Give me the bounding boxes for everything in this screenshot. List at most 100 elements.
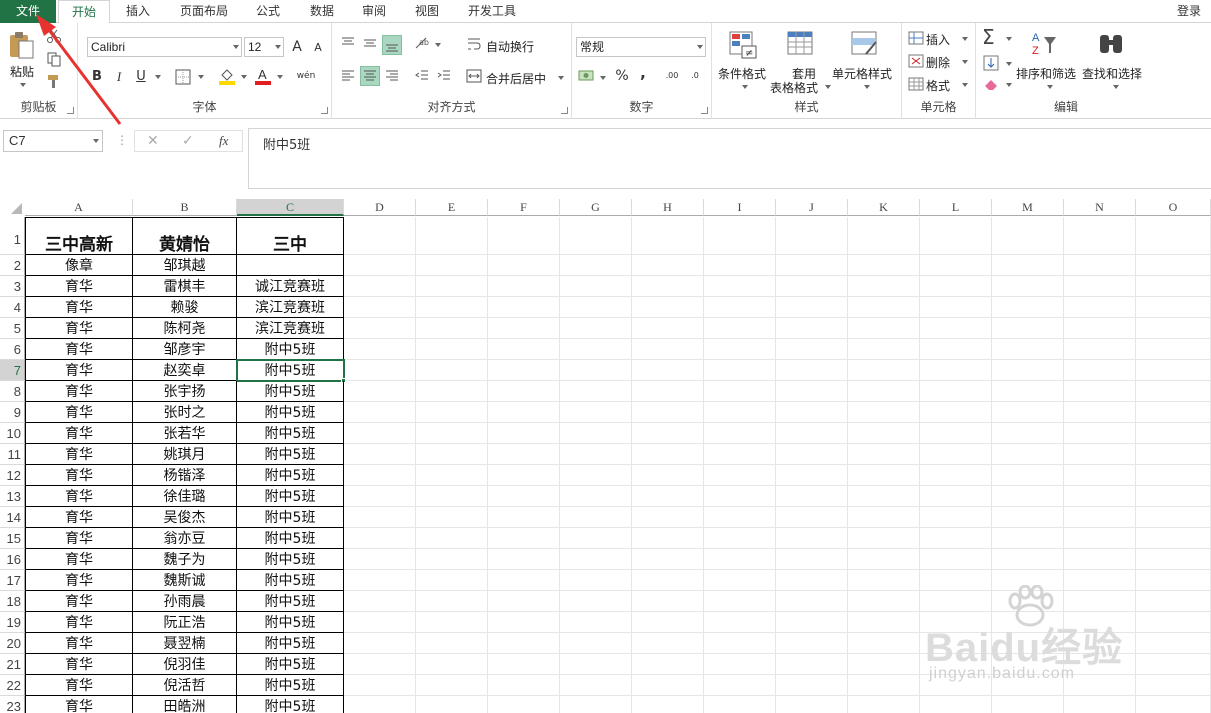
cancel-icon[interactable]: ✕ [147, 131, 159, 151]
cell-i19[interactable] [704, 612, 776, 633]
conditional-formatting-icon[interactable]: ≠ [728, 30, 758, 60]
cell-k13[interactable] [848, 486, 920, 507]
cell-k21[interactable] [848, 654, 920, 675]
column-header-a[interactable]: A [25, 199, 133, 216]
cell-o1[interactable] [1136, 217, 1211, 255]
cell-l5[interactable] [920, 318, 992, 339]
cell-l7[interactable] [920, 360, 992, 381]
cell-n14[interactable] [1064, 507, 1136, 528]
row-header-15[interactable]: 15 [0, 528, 25, 549]
cell-a18[interactable]: 育华 [25, 591, 133, 612]
column-header-d[interactable]: D [344, 199, 416, 216]
alignment-launcher-icon[interactable] [561, 107, 568, 114]
cell-d10[interactable] [344, 423, 416, 444]
fill-icon[interactable] [983, 55, 999, 71]
cell-b6[interactable]: 邹彦宇 [133, 339, 237, 360]
cell-h1[interactable] [632, 217, 704, 255]
cell-a7[interactable]: 育华 [25, 360, 133, 381]
cell-f1[interactable] [488, 217, 560, 255]
cell-f15[interactable] [488, 528, 560, 549]
cell-c13[interactable]: 附中5班 [237, 486, 344, 507]
increase-indent-icon[interactable] [436, 68, 452, 84]
cell-g2[interactable] [560, 255, 632, 276]
cell-d11[interactable] [344, 444, 416, 465]
cell-f4[interactable] [488, 297, 560, 318]
cell-c6[interactable]: 附中5班 [237, 339, 344, 360]
cell-e5[interactable] [416, 318, 488, 339]
cell-m10[interactable] [992, 423, 1064, 444]
cell-o15[interactable] [1136, 528, 1211, 549]
cell-h8[interactable] [632, 381, 704, 402]
cell-d21[interactable] [344, 654, 416, 675]
cell-a20[interactable]: 育华 [25, 633, 133, 654]
cell-j15[interactable] [776, 528, 848, 549]
row-header-17[interactable]: 17 [0, 570, 25, 591]
cell-i11[interactable] [704, 444, 776, 465]
cell-l6[interactable] [920, 339, 992, 360]
cell-g11[interactable] [560, 444, 632, 465]
cell-f2[interactable] [488, 255, 560, 276]
cell-a2[interactable]: 像章 [25, 255, 133, 276]
cell-n7[interactable] [1064, 360, 1136, 381]
cell-c17[interactable]: 附中5班 [237, 570, 344, 591]
cell-k6[interactable] [848, 339, 920, 360]
cell-c2[interactable] [237, 255, 344, 276]
cell-i3[interactable] [704, 276, 776, 297]
cell-f5[interactable] [488, 318, 560, 339]
cell-e4[interactable] [416, 297, 488, 318]
cell-n8[interactable] [1064, 381, 1136, 402]
cell-h20[interactable] [632, 633, 704, 654]
cell-m7[interactable] [992, 360, 1064, 381]
cell-n4[interactable] [1064, 297, 1136, 318]
cell-a17[interactable]: 育华 [25, 570, 133, 591]
format-painter-icon[interactable] [46, 73, 62, 89]
cell-g14[interactable] [560, 507, 632, 528]
fill-color-icon[interactable] [218, 67, 236, 85]
cell-l8[interactable] [920, 381, 992, 402]
cell-e12[interactable] [416, 465, 488, 486]
sort-filter-icon[interactable]: AZ [1030, 29, 1060, 59]
cell-g4[interactable] [560, 297, 632, 318]
borders-dropdown-icon[interactable] [198, 75, 204, 79]
cell-g16[interactable] [560, 549, 632, 570]
conditional-formatting-button[interactable]: 条件格式 [718, 65, 766, 82]
column-header-o[interactable]: O [1136, 199, 1211, 216]
cell-j18[interactable] [776, 591, 848, 612]
cell-i5[interactable] [704, 318, 776, 339]
cell-k2[interactable] [848, 255, 920, 276]
cell-l12[interactable] [920, 465, 992, 486]
cell-a10[interactable]: 育华 [25, 423, 133, 444]
find-select-icon[interactable] [1096, 29, 1126, 59]
cell-g18[interactable] [560, 591, 632, 612]
sort-filter-dropdown-icon[interactable] [1047, 85, 1053, 89]
cell-k20[interactable] [848, 633, 920, 654]
column-header-g[interactable]: G [560, 199, 632, 216]
row-header-12[interactable]: 12 [0, 465, 25, 486]
cell-i14[interactable] [704, 507, 776, 528]
cell-e13[interactable] [416, 486, 488, 507]
cell-j2[interactable] [776, 255, 848, 276]
cell-h4[interactable] [632, 297, 704, 318]
cell-h2[interactable] [632, 255, 704, 276]
cell-e21[interactable] [416, 654, 488, 675]
cell-k18[interactable] [848, 591, 920, 612]
tab-home[interactable]: 开始 [58, 0, 110, 24]
conditional-dropdown-icon[interactable] [742, 85, 748, 89]
cell-o4[interactable] [1136, 297, 1211, 318]
column-header-m[interactable]: M [992, 199, 1064, 216]
column-header-f[interactable]: F [488, 199, 560, 216]
cell-i17[interactable] [704, 570, 776, 591]
fill-dropdown-icon[interactable] [1006, 62, 1012, 66]
cell-e23[interactable] [416, 696, 488, 713]
cell-i1[interactable] [704, 217, 776, 255]
font-color-icon[interactable]: A [254, 67, 272, 85]
cell-g7[interactable] [560, 360, 632, 381]
find-select-button[interactable]: 查找和选择 [1082, 65, 1142, 82]
cell-f17[interactable] [488, 570, 560, 591]
row-header-8[interactable]: 8 [0, 381, 25, 402]
cell-b3[interactable]: 雷棋丰 [133, 276, 237, 297]
cell-c9[interactable]: 附中5班 [237, 402, 344, 423]
autosum-icon[interactable]: Σ [982, 25, 995, 49]
cell-g8[interactable] [560, 381, 632, 402]
cell-h15[interactable] [632, 528, 704, 549]
